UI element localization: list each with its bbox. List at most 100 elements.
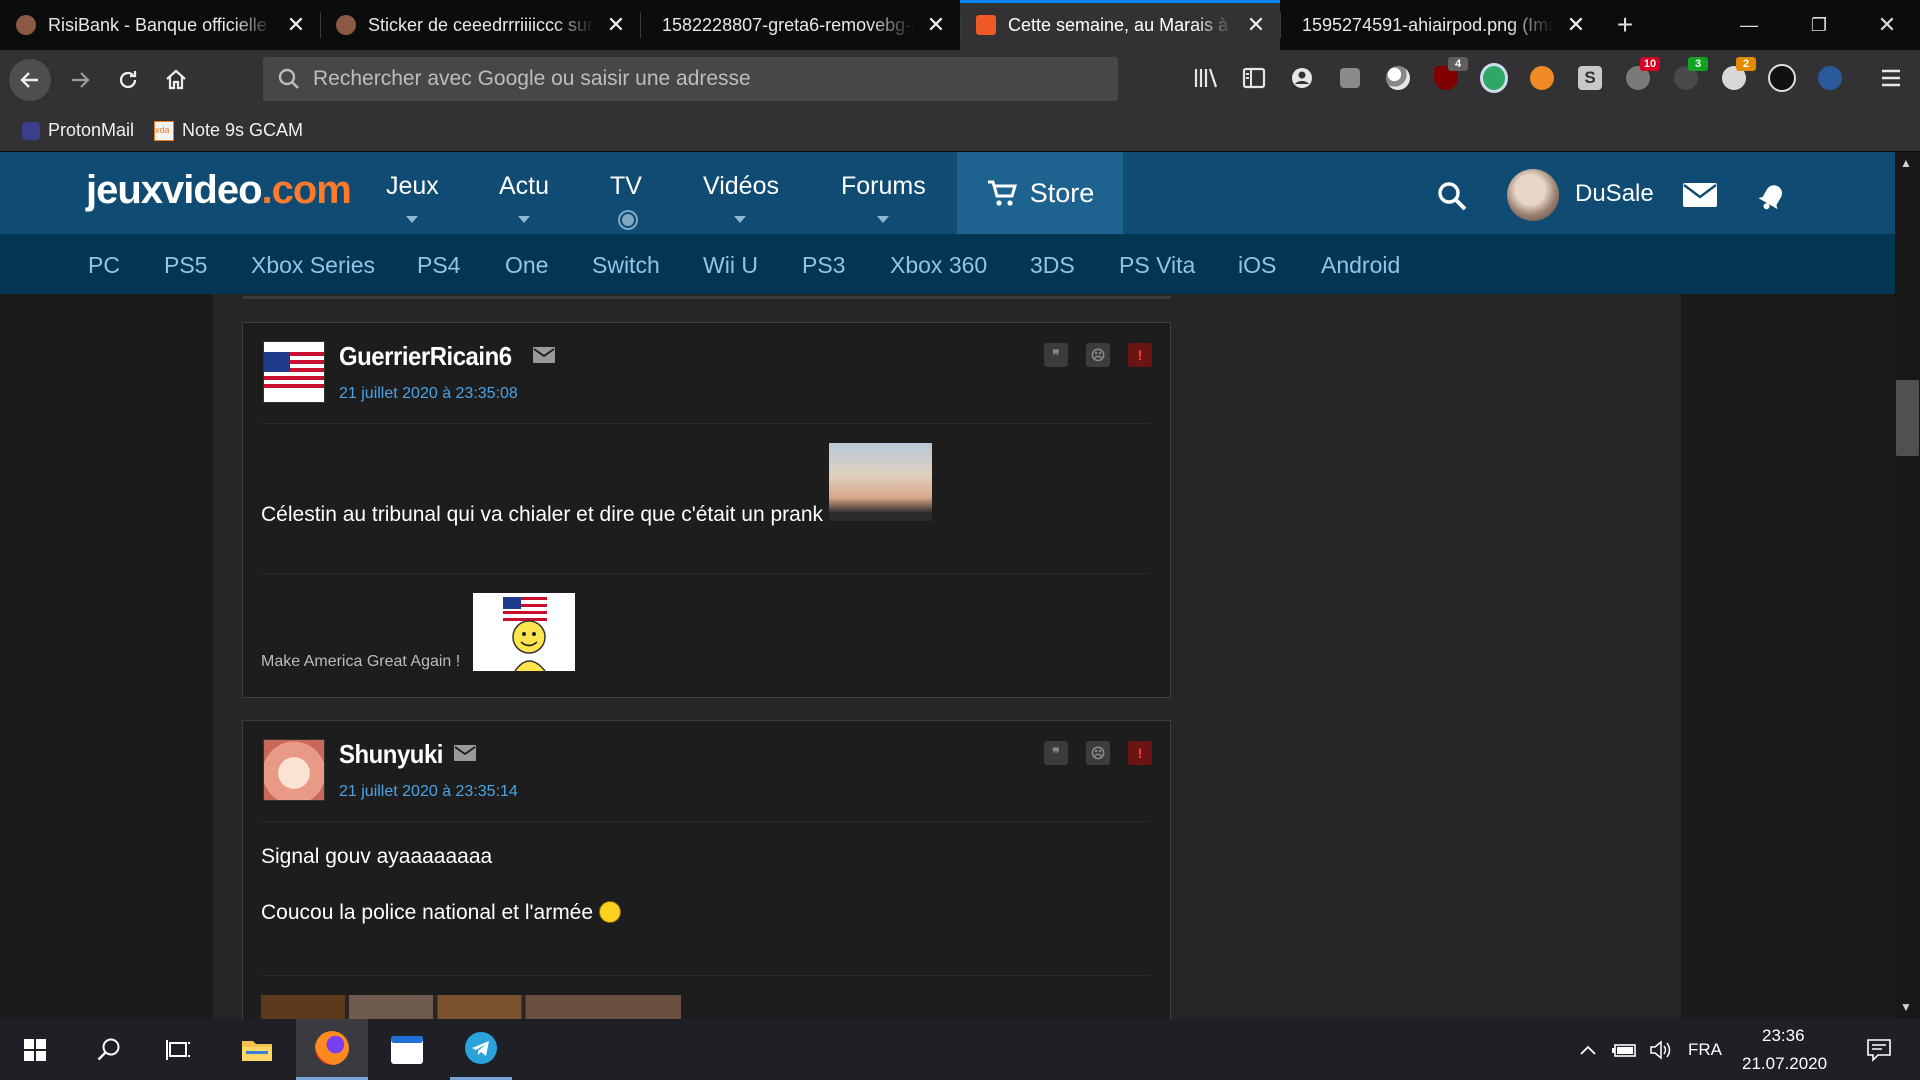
close-icon[interactable]: ✕ — [922, 11, 950, 39]
platform-ps3[interactable]: PS3 — [802, 252, 845, 279]
ublock-button[interactable]: 4 — [1432, 57, 1468, 92]
extension-green-badge-button[interactable]: 3 — [1672, 57, 1708, 92]
telegram-taskbar-button[interactable] — [450, 1019, 512, 1080]
minimize-button[interactable]: — — [1714, 0, 1784, 50]
platform-ps5[interactable]: PS5 — [164, 252, 207, 279]
file-explorer-button[interactable] — [226, 1019, 288, 1080]
tab-risibank[interactable]: RisiBank - Banque officielle de ✕ — [0, 0, 320, 50]
speaker-icon — [1650, 1039, 1671, 1060]
extension-gear-button[interactable] — [1336, 64, 1364, 92]
tab-airpod-image[interactable]: 1595274591-ahiairpod.png (Imag ✕ — [1280, 0, 1600, 50]
post-text: Signal gouv ayaaaaaaaa — [261, 845, 493, 868]
forward-button[interactable] — [59, 59, 101, 101]
page-scrollbar[interactable] — [1895, 152, 1920, 1019]
tab-jeuxvideo-active[interactable]: Cette semaine, au Marais à Pa ✕ — [960, 0, 1280, 50]
site-search-button[interactable] — [1436, 180, 1468, 217]
user-avatar[interactable] — [1507, 169, 1559, 221]
platform-xbox-series[interactable]: Xbox Series — [251, 252, 375, 279]
tab-greta-image[interactable]: 1582228807-greta6-removebg-p ✕ — [640, 0, 960, 50]
menu-actu[interactable]: Actu — [499, 172, 549, 201]
bookmark-note9s-gcam[interactable]: xda Note 9s GCAM — [154, 120, 303, 141]
quote-button[interactable]: ❞ — [1044, 343, 1068, 367]
window-close-button[interactable]: ✕ — [1852, 0, 1920, 50]
platform-ps4[interactable]: PS4 — [417, 252, 460, 279]
account-button[interactable] — [1288, 64, 1316, 92]
extension-red-badge-button[interactable]: 10 — [1624, 57, 1660, 92]
author-avatar[interactable] — [263, 739, 325, 801]
close-icon[interactable]: ✕ — [1242, 11, 1270, 39]
platform-3ds[interactable]: 3DS — [1030, 252, 1075, 279]
platform-ps-vita[interactable]: PS Vita — [1119, 252, 1195, 279]
author-name[interactable]: Shunyuki — [339, 739, 443, 770]
restore-button[interactable]: ❐ — [1784, 0, 1854, 50]
platform-switch[interactable]: Switch — [592, 252, 660, 279]
app-window-button[interactable] — [376, 1019, 438, 1080]
task-view-button[interactable] — [148, 1019, 210, 1080]
home-button[interactable] — [155, 59, 197, 101]
close-icon[interactable]: ✕ — [282, 11, 310, 39]
platform-ios[interactable]: iOS — [1238, 252, 1276, 279]
bell-icon — [1758, 185, 1782, 210]
menu-videos[interactable]: Vidéos — [703, 172, 779, 201]
messages-button[interactable] — [1682, 182, 1718, 213]
taskbar-search-button[interactable] — [78, 1019, 140, 1080]
report-button[interactable]: ! — [1128, 343, 1152, 367]
sidebar-button[interactable] — [1240, 64, 1268, 92]
platform-android[interactable]: Android — [1321, 252, 1400, 279]
show-hidden-icons-button[interactable] — [1574, 1019, 1602, 1080]
volume-button[interactable] — [1646, 1019, 1676, 1080]
close-icon[interactable]: ✕ — [602, 11, 630, 39]
firefox-taskbar-button[interactable] — [296, 1019, 368, 1080]
menu-tv[interactable]: TV — [610, 172, 642, 201]
app-menu-button[interactable] — [1877, 64, 1905, 92]
clock-date[interactable]: 21.07.2020 — [1742, 1054, 1827, 1074]
scroll-down-arrow[interactable]: ▼ — [1900, 1000, 1912, 1014]
author-name[interactable]: GuerrierRicain6 — [339, 341, 512, 372]
ignore-button[interactable]: ☹ — [1086, 741, 1110, 765]
platform-pc[interactable]: PC — [88, 252, 120, 279]
menu-jeux[interactable]: Jeux — [386, 172, 439, 201]
scroll-up-arrow[interactable]: ▲ — [1900, 156, 1912, 170]
back-button[interactable] — [9, 59, 51, 101]
menu-forums[interactable]: Forums — [841, 172, 926, 201]
battery-button[interactable] — [1610, 1019, 1640, 1080]
reload-button[interactable] — [107, 59, 149, 101]
action-center-button[interactable] — [1854, 1019, 1904, 1080]
site-logo[interactable]: jeuxvideo.com — [86, 168, 352, 213]
ignore-button[interactable]: ☹ — [1086, 343, 1110, 367]
input-language[interactable]: FRA — [1688, 1040, 1722, 1060]
platform-one[interactable]: One — [505, 252, 548, 279]
send-mp-button[interactable] — [454, 745, 476, 766]
extension-feather-button[interactable] — [1768, 64, 1796, 92]
report-button[interactable]: ! — [1128, 741, 1152, 765]
author-avatar[interactable] — [263, 341, 325, 403]
library-button[interactable] — [1192, 64, 1220, 92]
clock-time[interactable]: 23:36 — [1762, 1026, 1805, 1046]
extension-glasses-button[interactable] — [1816, 64, 1844, 92]
post-date[interactable]: 21 juillet 2020 à 23:35:08 — [339, 385, 518, 403]
send-mp-button[interactable] — [533, 347, 555, 368]
signature-sticker[interactable] — [473, 593, 575, 671]
post-date[interactable]: 21 juillet 2020 à 23:35:14 — [339, 783, 518, 801]
close-icon[interactable]: ✕ — [1562, 11, 1590, 39]
extension-s-button[interactable]: S — [1576, 64, 1604, 92]
scrollbar-thumb[interactable] — [1896, 380, 1919, 456]
platform-xbox-360[interactable]: Xbox 360 — [890, 252, 987, 279]
store-button[interactable]: Store — [957, 152, 1123, 234]
start-button[interactable] — [0, 1019, 70, 1080]
extension-green-button[interactable] — [1480, 63, 1508, 93]
address-bar[interactable]: Rechercher avec Google ou saisir une adr… — [263, 57, 1118, 101]
sticker-image[interactable] — [829, 443, 932, 521]
extension-orange-badge-button[interactable]: 2 — [1720, 57, 1756, 92]
platform-wii-u[interactable]: Wii U — [703, 252, 758, 279]
notifications-button[interactable] — [1756, 178, 1790, 217]
username[interactable]: DuSale — [1575, 180, 1654, 208]
quote-button[interactable]: ❞ — [1044, 741, 1068, 765]
ext-badge-red: 10 — [1640, 57, 1660, 71]
extension-bubbles-button[interactable] — [1384, 64, 1412, 92]
divider — [261, 975, 1149, 976]
extension-orange-button[interactable] — [1528, 64, 1556, 92]
new-tab-button[interactable]: + — [1600, 0, 1650, 50]
bookmark-protonmail[interactable]: ProtonMail — [22, 120, 134, 141]
tab-sticker[interactable]: Sticker de ceeedrrriiiiccc sur c ✕ — [320, 0, 640, 50]
